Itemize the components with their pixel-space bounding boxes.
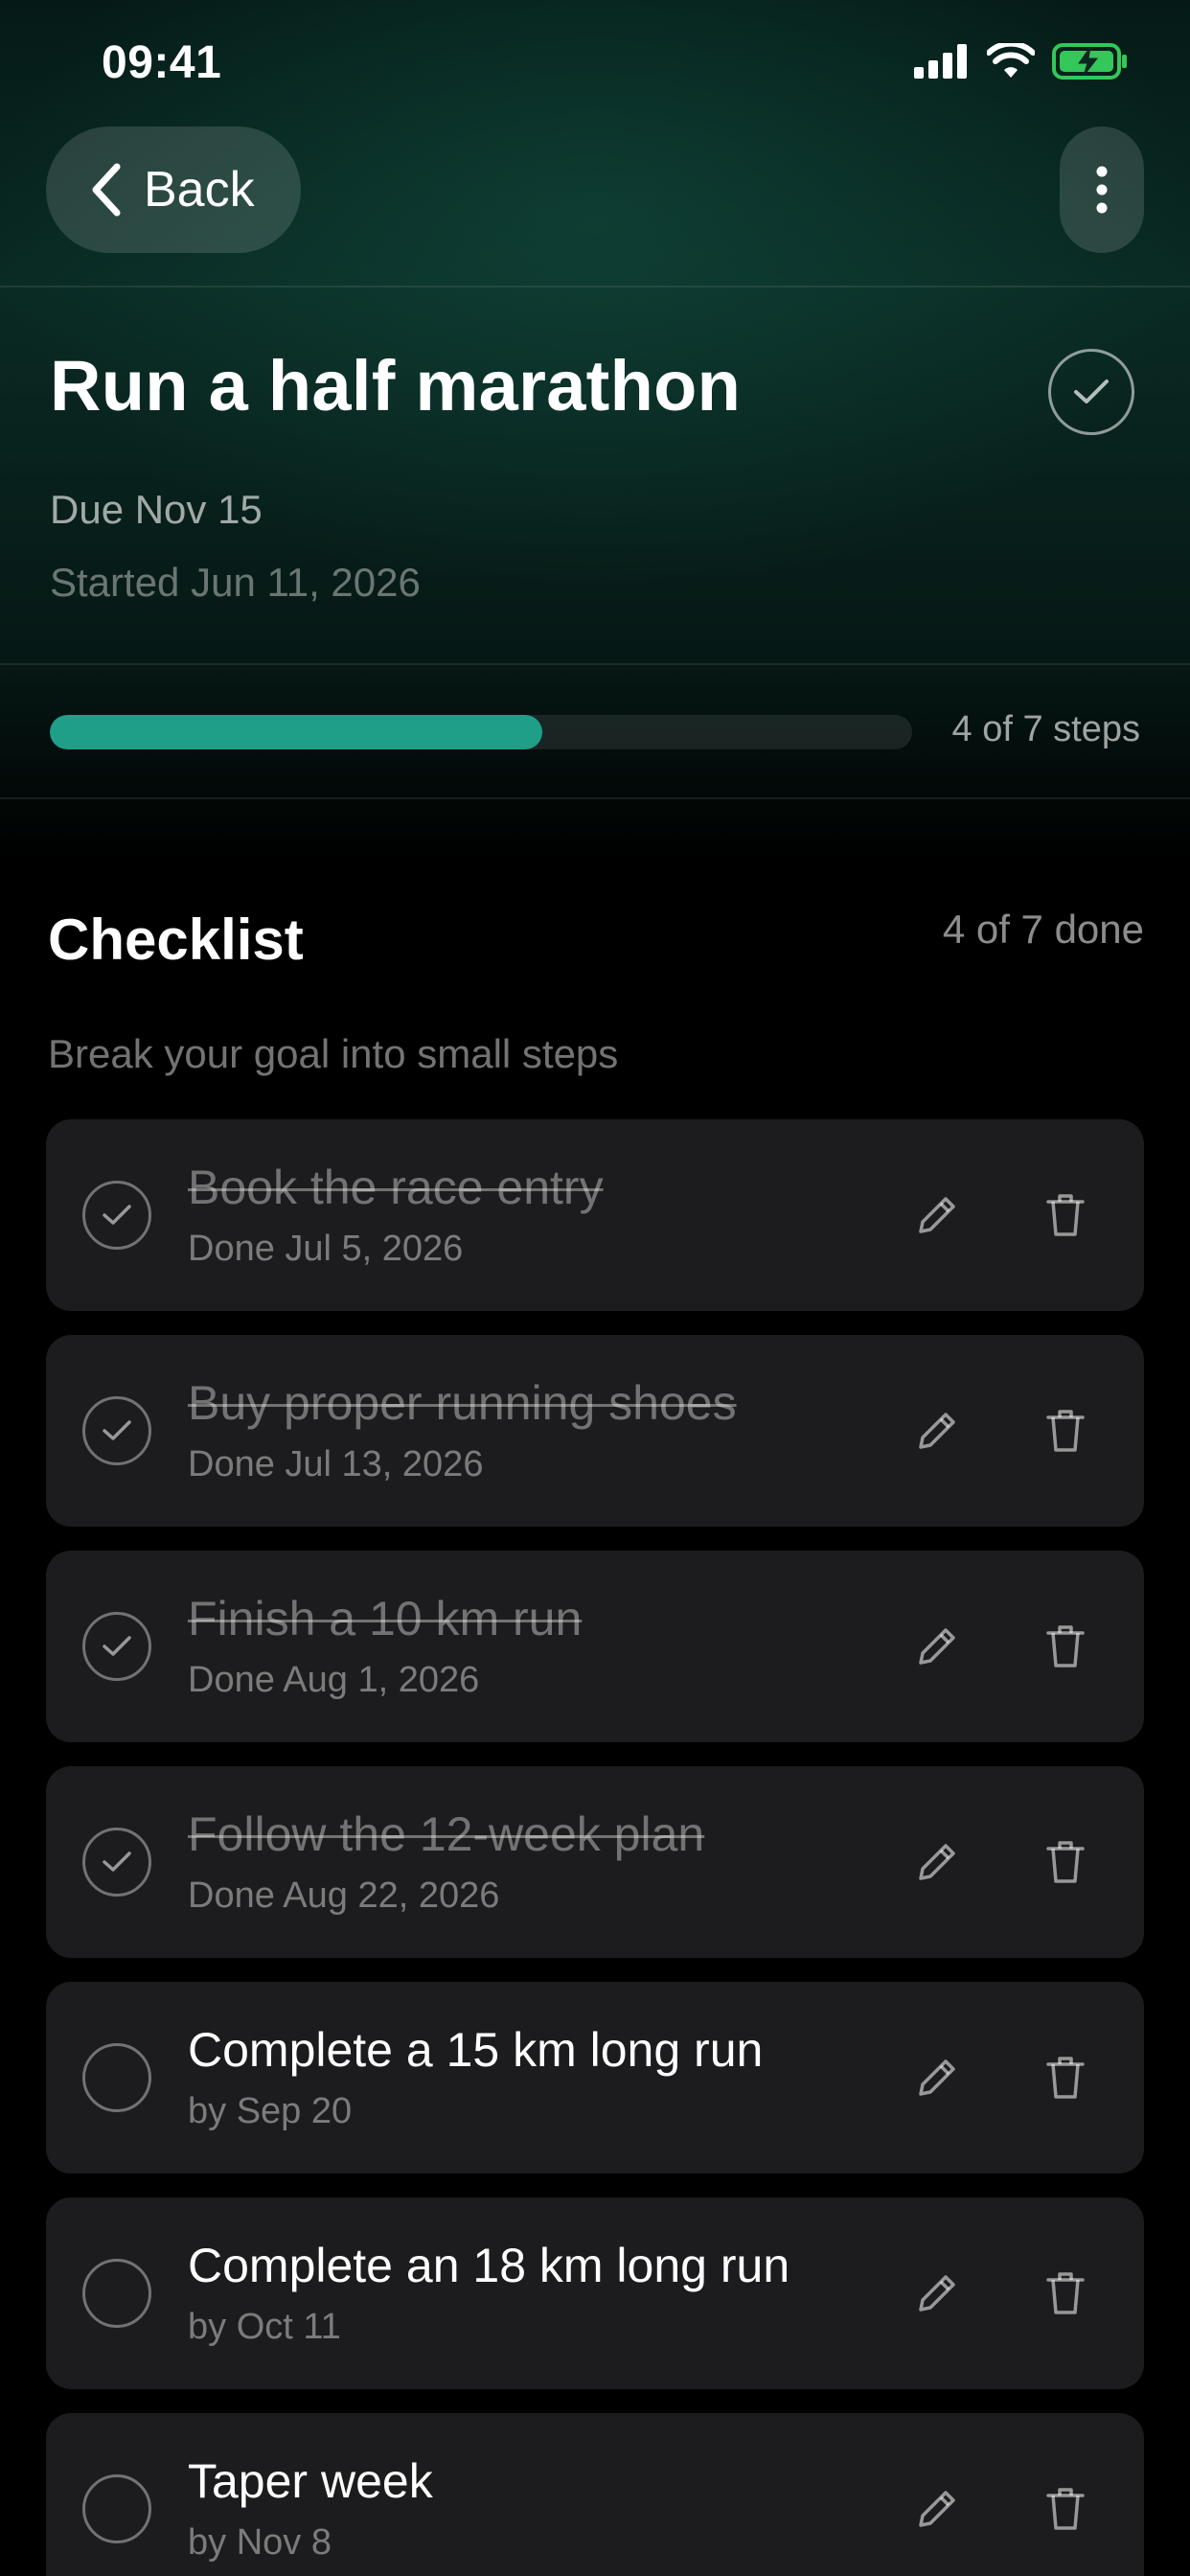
checklist-item[interactable]: Complete an 18 km long run by Oct 11 (46, 2197, 1144, 2389)
header-divider (0, 286, 1190, 288)
item-due-date: by Oct 11 (188, 2307, 341, 2347)
goal-started-date: Started Jun 11, 2026 (50, 560, 421, 605)
item-title: Complete an 18 km long run (188, 2239, 790, 2292)
check-icon (103, 1852, 131, 1872)
back-label: Back (144, 162, 255, 218)
item-due-date: by Sep 20 (188, 2091, 353, 2131)
item-date: Done Aug 22, 2026 (188, 1875, 500, 1916)
edit-button[interactable] (904, 2261, 970, 2326)
checklist-subtitle: Break your goal into small steps (48, 1031, 619, 1076)
trash-icon (1046, 2488, 1085, 2530)
item-due-date: by Nov 8 (188, 2522, 332, 2563)
check-icon (1074, 380, 1109, 403)
trash-icon (1046, 2057, 1085, 2099)
pencil-icon (919, 1413, 955, 1449)
item-title: Taper week (188, 2454, 433, 2508)
item-toggle[interactable] (82, 1396, 151, 1465)
delete-button[interactable] (1033, 1183, 1098, 1248)
battery-charging-icon (1052, 43, 1127, 80)
trash-icon (1046, 1841, 1085, 1883)
checklist-item[interactable]: Complete a 15 km long run by Sep 20 (46, 1982, 1144, 2174)
status-bar: 09:41 (0, 0, 1190, 125)
progress-bottom-divider (0, 797, 1190, 799)
edit-button[interactable] (904, 1829, 970, 1895)
delete-button[interactable] (1033, 1398, 1098, 1463)
edit-button[interactable] (904, 2045, 970, 2110)
checklist-item[interactable]: Finish a 10 km run Done Aug 1, 2026 (46, 1551, 1144, 1742)
checklist-count: 4 of 7 done (942, 907, 1144, 952)
pencil-icon (919, 2275, 955, 2312)
checklist-item[interactable]: Book the race entry Done Jul 5, 2026 (46, 1119, 1144, 1311)
cellular-signal-icon (914, 44, 967, 79)
item-date: Done Jul 13, 2026 (188, 1444, 484, 1484)
pencil-icon (919, 2491, 955, 2527)
trash-icon (1046, 2272, 1085, 2314)
check-icon (103, 1420, 131, 1440)
edit-button[interactable] (904, 1398, 970, 1463)
checklist-title: Checklist (48, 908, 304, 972)
pencil-icon (919, 1628, 955, 1665)
delete-button[interactable] (1033, 2045, 1098, 2110)
item-toggle[interactable] (82, 2474, 151, 2543)
checklist-item[interactable]: Follow the 12-week plan Done Aug 22, 202… (46, 1766, 1144, 1958)
checklist: Book the race entry Done Jul 5, 2026 Buy… (46, 1119, 1144, 2576)
item-date: Done Jul 5, 2026 (188, 1229, 464, 1269)
item-title: Finish a 10 km run (188, 1592, 583, 1645)
item-title: Follow the 12-week plan (188, 1807, 705, 1861)
goal-detail-screen: 09:41 Back Run a half marathon Due Nov 1… (0, 0, 1190, 2576)
checklist-item[interactable]: Buy proper running shoes Done Jul 13, 20… (46, 1335, 1144, 1527)
item-toggle[interactable] (82, 1612, 151, 1681)
back-button[interactable]: Back (46, 126, 301, 253)
item-title: Book the race entry (188, 1161, 604, 1214)
check-icon (103, 1636, 131, 1656)
progress-label: 4 of 7 steps (951, 709, 1140, 749)
edit-button[interactable] (904, 2476, 970, 2542)
progress-top-divider (0, 663, 1190, 665)
item-toggle[interactable] (82, 1828, 151, 1897)
item-toggle[interactable] (82, 2043, 151, 2112)
edit-button[interactable] (904, 1183, 970, 1248)
progress-bar-fill (50, 715, 543, 749)
delete-button[interactable] (1033, 1829, 1098, 1895)
goal-title: Run a half marathon (50, 346, 742, 426)
chevron-left-icon (92, 163, 121, 217)
delete-button[interactable] (1033, 2476, 1098, 2542)
more-vertical-icon (1096, 166, 1108, 214)
status-icons (914, 42, 1129, 80)
more-options-button[interactable] (1060, 126, 1144, 253)
item-title: Complete a 15 km long run (188, 2023, 764, 2077)
pencil-icon (919, 2059, 955, 2096)
mark-goal-complete-button[interactable] (1048, 349, 1134, 435)
trash-icon (1046, 1625, 1085, 1668)
item-title: Buy proper running shoes (188, 1376, 737, 1430)
goal-due-date: Due Nov 15 (50, 487, 263, 532)
item-toggle[interactable] (82, 1181, 151, 1250)
pencil-icon (919, 1197, 955, 1233)
item-date: Done Aug 1, 2026 (188, 1660, 480, 1700)
delete-button[interactable] (1033, 1614, 1098, 1679)
status-time: 09:41 (102, 37, 222, 88)
wifi-icon (987, 43, 1035, 78)
edit-button[interactable] (904, 1614, 970, 1679)
item-toggle[interactable] (82, 2259, 151, 2328)
check-icon (103, 1205, 131, 1225)
pencil-icon (919, 1844, 955, 1880)
checklist-item[interactable]: Taper week by Nov 8 (46, 2413, 1144, 2576)
progress-bar (50, 715, 912, 749)
trash-icon (1046, 1194, 1085, 1236)
delete-button[interactable] (1033, 2261, 1098, 2326)
trash-icon (1046, 1410, 1085, 1452)
